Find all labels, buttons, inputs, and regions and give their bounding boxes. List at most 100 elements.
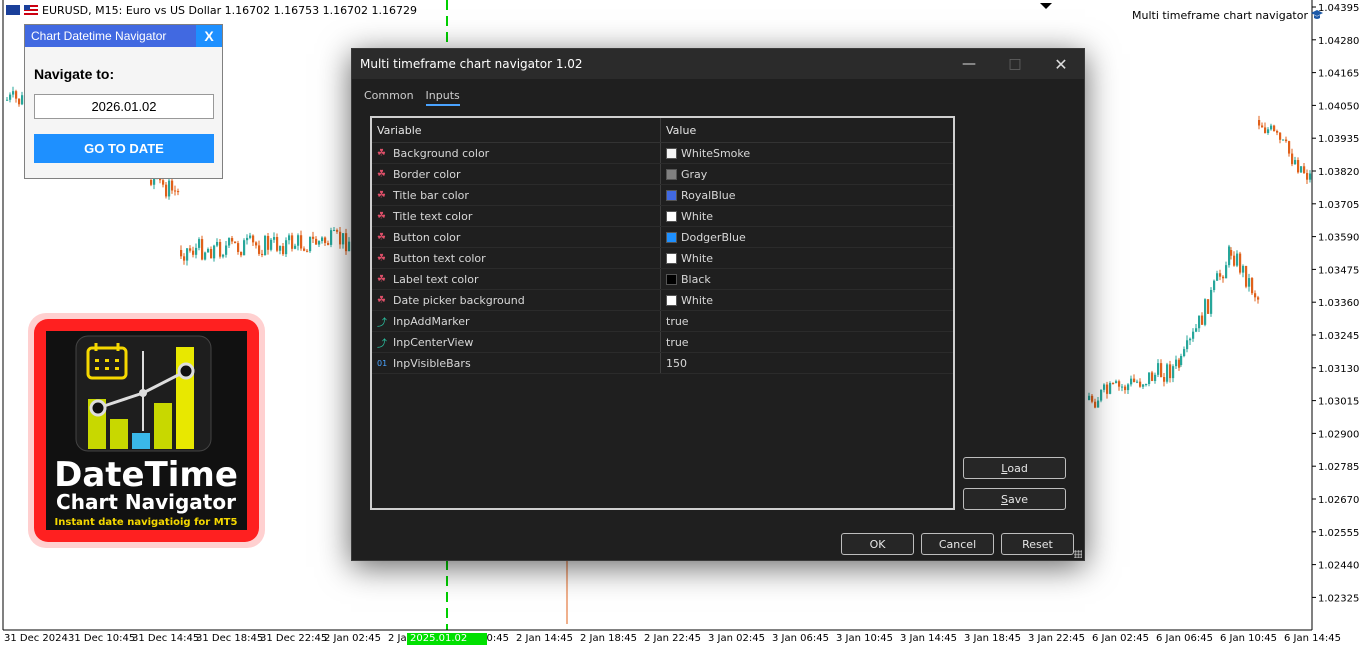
symbol-info: EURUSD, M15: Euro vs US Dollar 1.16702 1… — [0, 0, 417, 20]
candle-body — [1276, 131, 1279, 133]
candle-body — [1172, 366, 1175, 379]
candle-body — [1309, 173, 1312, 180]
cancel-button[interactable]: Cancel — [921, 533, 994, 555]
candle-body — [1133, 378, 1136, 383]
color-swatch — [666, 147, 677, 159]
candle-body — [234, 241, 237, 244]
save-button[interactable]: Save — [963, 488, 1066, 510]
ok-button[interactable]: OK — [841, 533, 914, 555]
logo-title-2: Chart Navigator — [56, 490, 236, 514]
indicator-label: Multi timeframe chart navigator — [1132, 9, 1308, 22]
time-label: 2 Jan 18:45 — [580, 633, 637, 644]
candle-body — [1163, 377, 1166, 382]
candle-body — [285, 240, 288, 255]
table-row[interactable]: ☘ Date picker background White — [372, 290, 953, 311]
candle-body — [222, 254, 225, 257]
candle-body — [1254, 293, 1257, 298]
date-input[interactable]: 2026.01.02 — [34, 94, 214, 119]
value-cell[interactable]: RoyalBlue — [661, 185, 736, 205]
candle-body — [1157, 363, 1160, 375]
value-cell[interactable]: White — [661, 248, 713, 268]
time-label: 3 Jan 22:45 — [1028, 633, 1085, 644]
minimize-icon[interactable]: — — [946, 49, 992, 79]
navigator-title-bar[interactable]: Chart Datetime Navigator X — [25, 25, 222, 47]
table-row[interactable]: ☘ Button color DodgerBlue — [372, 227, 953, 248]
candle-body — [1198, 315, 1201, 329]
candle-body — [1109, 382, 1112, 394]
column-value[interactable]: Value — [661, 118, 696, 142]
price-label: 1.03820 — [1318, 167, 1359, 178]
symbol-text: EURUSD, M15: Euro vs US Dollar 1.16702 1… — [42, 3, 418, 17]
candle-body — [1094, 401, 1097, 408]
candle-body — [1236, 253, 1239, 266]
candle-body — [252, 235, 255, 243]
int-input-icon: 01 — [377, 358, 388, 368]
load-button[interactable]: Load — [963, 457, 1066, 479]
candle-body — [168, 180, 171, 197]
table-row[interactable]: ☘ Label text color Black — [372, 269, 953, 290]
graduation-cap-icon[interactable] — [1311, 9, 1323, 21]
variable-value: White — [681, 293, 713, 307]
color-input-icon: ☘ — [377, 210, 386, 222]
candle-body — [1213, 280, 1216, 290]
candle-body — [1180, 356, 1183, 365]
candle-body — [1115, 381, 1118, 384]
table-row[interactable]: ☘ Button text color White — [372, 248, 953, 269]
candle-body — [1257, 297, 1260, 300]
time-label: 6 Jan 06:45 — [1156, 633, 1213, 644]
table-row[interactable]: ⤴ InpAddMarker true — [372, 311, 953, 332]
value-cell[interactable]: Black — [661, 269, 711, 289]
value-cell[interactable]: true — [661, 311, 689, 331]
candle-body — [1233, 255, 1236, 266]
candle-body — [1166, 364, 1169, 382]
candle-body — [219, 242, 222, 257]
value-cell[interactable]: WhiteSmoke — [661, 143, 750, 163]
candle-body — [336, 230, 339, 232]
tab-common[interactable]: Common — [364, 89, 414, 106]
value-cell[interactable]: Gray — [661, 164, 707, 184]
value-cell[interactable]: White — [661, 290, 713, 310]
candle-body — [249, 235, 252, 238]
navigator-close-button[interactable]: X — [196, 25, 222, 47]
value-cell[interactable]: 150 — [661, 353, 687, 373]
candle-body — [309, 236, 312, 252]
price-label: 1.02440 — [1318, 561, 1359, 572]
table-row[interactable]: ⤴ InpCenterView true — [372, 332, 953, 353]
variable-name: Date picker background — [393, 293, 525, 307]
inputs-table: Variable Value ☘ Background color WhiteSmo… — [370, 116, 955, 510]
close-icon[interactable]: ✕ — [1038, 49, 1084, 79]
tab-inputs[interactable]: Inputs — [425, 89, 460, 106]
candle-body — [1130, 378, 1133, 385]
color-swatch — [666, 294, 677, 306]
candle-body — [1154, 374, 1157, 381]
candle-body — [1207, 299, 1210, 314]
column-variable[interactable]: Variable — [372, 118, 661, 142]
time-label: 6 Jan 14:45 — [1284, 633, 1341, 644]
time-label: 31 Dec 18:45 — [196, 633, 264, 644]
price-label: 1.02785 — [1318, 462, 1359, 473]
candle-body — [318, 241, 321, 245]
value-cell[interactable]: true — [661, 332, 689, 352]
candle-body — [330, 230, 333, 245]
us-flag-icon — [24, 5, 38, 15]
table-row[interactable]: ☘ Border color Gray — [372, 164, 953, 185]
candle-body — [273, 237, 276, 240]
inputs-dialog: Multi timeframe chart navigator 1.02 — □… — [351, 48, 1085, 561]
candle-body — [243, 240, 246, 256]
resize-grip-icon[interactable] — [1074, 550, 1082, 558]
candle-body — [195, 247, 198, 255]
candle-body — [210, 249, 213, 259]
go-to-date-button[interactable]: GO TO DATE — [34, 134, 214, 163]
bool-input-icon: ⤴ — [377, 338, 387, 350]
value-cell[interactable]: White — [661, 206, 713, 226]
dialog-title-bar[interactable]: Multi timeframe chart navigator 1.02 — □… — [352, 49, 1084, 79]
time-label: 3 Jan 02:45 — [708, 633, 765, 644]
color-swatch — [666, 189, 677, 201]
reset-button[interactable]: Reset — [1001, 533, 1074, 555]
table-row[interactable]: ☘ Title text color White — [372, 206, 953, 227]
table-row[interactable]: ☘ Background color WhiteSmoke — [372, 143, 953, 164]
candle-body — [1121, 386, 1124, 388]
table-row[interactable]: 01 InpVisibleBars 150 — [372, 353, 953, 374]
table-row[interactable]: ☘ Title bar color RoyalBlue — [372, 185, 953, 206]
value-cell[interactable]: DodgerBlue — [661, 227, 746, 247]
